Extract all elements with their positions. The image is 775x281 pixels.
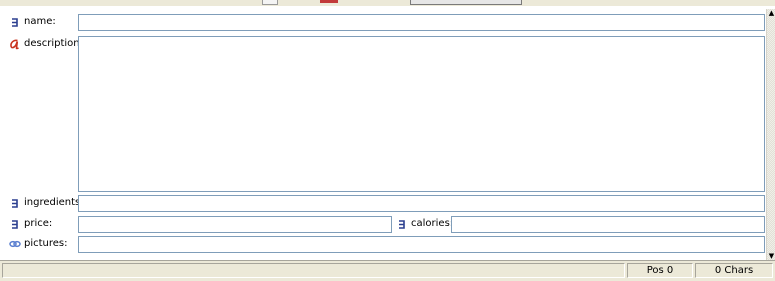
toolbar-dropdown-fragment[interactable] — [410, 0, 522, 5]
status-char-count: 0 Chars — [695, 263, 773, 278]
link-icon — [9, 240, 21, 248]
ingredients-input[interactable] — [79, 196, 764, 211]
calories-field[interactable] — [451, 216, 765, 233]
status-bar: Pos 0 0 Chars — [0, 260, 775, 281]
ingredients-label-text: ingredients: — [24, 197, 84, 208]
pictures-label: pictures: — [9, 236, 68, 252]
rich-text-icon — [10, 39, 19, 50]
price-field[interactable] — [78, 216, 392, 233]
status-message-panel — [2, 263, 625, 278]
description-field[interactable] — [78, 36, 765, 192]
top-toolbar-strip — [0, 0, 775, 6]
text-field-icon — [12, 18, 18, 27]
description-label-text: description: — [24, 38, 83, 49]
price-input[interactable] — [79, 217, 391, 232]
status-position: Pos 0 — [627, 263, 693, 278]
pictures-label-text: pictures: — [24, 238, 68, 249]
toolbar-control-fragment[interactable] — [262, 0, 278, 5]
pictures-field[interactable] — [78, 236, 765, 253]
scroll-down-arrow-icon[interactable]: ▼ — [768, 252, 775, 260]
ingredients-label: ingredients: — [9, 195, 84, 211]
scroll-up-arrow-icon[interactable]: ▲ — [768, 9, 775, 17]
name-field[interactable] — [78, 14, 765, 31]
calories-input[interactable] — [452, 217, 764, 232]
recipe-form: name: description: ingredients: price: c… — [0, 9, 765, 259]
price-label: price: — [9, 216, 52, 232]
text-field-icon — [12, 199, 18, 208]
name-label-text: name: — [24, 16, 56, 27]
ingredients-field[interactable] — [78, 195, 765, 212]
text-field-icon — [12, 220, 18, 229]
calories-label: calories: — [396, 216, 453, 232]
calories-label-text: calories: — [411, 218, 454, 229]
pictures-input[interactable] — [79, 237, 764, 252]
price-label-text: price: — [24, 218, 53, 229]
description-textarea[interactable] — [79, 37, 764, 191]
name-input[interactable] — [79, 15, 764, 30]
name-label: name: — [9, 14, 56, 30]
description-label: description: — [9, 36, 83, 52]
text-field-icon — [399, 220, 405, 229]
toolbar-color-fragment — [320, 0, 338, 3]
vertical-scrollbar[interactable]: ▲ ▼ — [766, 9, 775, 260]
